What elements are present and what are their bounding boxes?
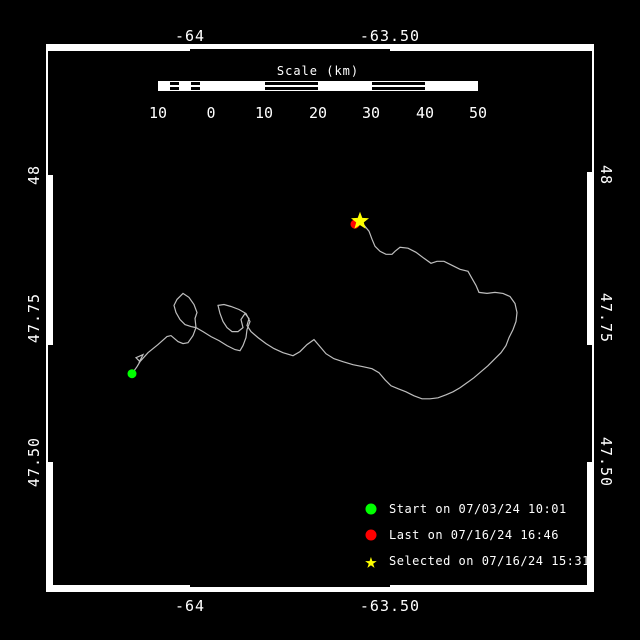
scale-bar-cell [201, 82, 211, 90]
scale-bar-number: 40 [415, 104, 435, 122]
legend-row-start: Start on 07/03/24 10:01 [360, 498, 567, 520]
scale-bar-segment [372, 82, 426, 90]
scale-bar-cell [159, 82, 170, 90]
scale-bar-cell [180, 82, 191, 90]
track-layer [127, 211, 518, 400]
axis-label-lon-top-1: -64 [174, 27, 206, 45]
track-path [131, 221, 518, 400]
axis-label-lat-right-1: 48 [597, 164, 615, 186]
legend-label-start: Start on 07/03/24 10:01 [389, 502, 567, 516]
legend-label-selected: Selected on 07/16/24 15:31 [389, 554, 590, 568]
scale-bar-cell [190, 82, 202, 90]
legend-label-last: Last on 07/16/24 16:46 [389, 528, 559, 542]
axis-label-lon-top-2: -63.50 [359, 27, 421, 45]
axis-label-lat-left-2: 47.75 [25, 292, 43, 344]
axis-label-lon-bottom-1: -64 [174, 597, 206, 615]
scale-bar-number: 0 [206, 104, 216, 122]
scale-bar-number: 10 [254, 104, 274, 122]
legend-row-last: Last on 07/16/24 16:46 [360, 524, 559, 546]
scale-bar-number: 10 [148, 104, 168, 122]
selected-star-icon: ★ [364, 549, 378, 573]
axis-label-lat-left-1: 48 [25, 164, 43, 186]
scale-bar-number: 20 [308, 104, 328, 122]
scale-bar-number: 50 [468, 104, 488, 122]
axis-label-lon-bottom-2: -63.50 [359, 597, 421, 615]
scale-bar-segment [265, 82, 319, 90]
drifter-track-plot: -64 -63.50 -64 -63.50 48 47.75 47.50 48 … [0, 0, 640, 640]
scale-bar [158, 81, 478, 91]
axis-label-lat-right-3: 47.50 [597, 436, 615, 488]
start-dot-icon [360, 498, 382, 520]
legend-row-selected: ★ Selected on 07/16/24 15:31 [360, 550, 590, 572]
scale-bar-cell [169, 82, 181, 90]
scale-bar-segment [159, 82, 212, 90]
start-marker [127, 369, 137, 379]
scale-bar-segment [212, 82, 265, 90]
scale-bar-segment [426, 82, 477, 90]
scale-bar-number: 30 [361, 104, 381, 122]
last-dot-icon [360, 524, 382, 546]
axis-label-lat-right-2: 47.75 [597, 292, 615, 344]
scale-bar-title: Scale (km) [276, 64, 360, 78]
axis-label-lat-left-3: 47.50 [25, 436, 43, 488]
scale-bar-segment [319, 82, 372, 90]
